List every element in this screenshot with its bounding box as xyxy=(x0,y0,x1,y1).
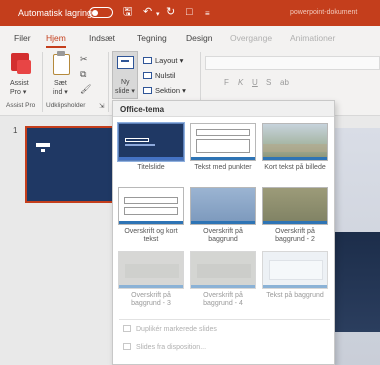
outline-icon xyxy=(123,343,131,350)
character-spacing-button[interactable]: ab xyxy=(280,78,289,87)
layout-overskrift-paa-baggrund-3[interactable]: Overskrift på baggrund - 3 xyxy=(117,251,185,308)
layout-preview xyxy=(190,251,256,289)
assist-pro-label2[interactable]: Pro ▾ xyxy=(10,89,26,97)
undo-icon[interactable]: ↶ xyxy=(143,5,152,19)
layout-preview xyxy=(190,187,256,225)
layout-overskrift-paa-baggrund-4[interactable]: Overskrift på baggrund - 4 xyxy=(189,251,257,308)
tab-hjem[interactable]: Hjem xyxy=(46,33,66,48)
present-icon[interactable]: □ xyxy=(186,5,193,19)
dialog-launcher-icon[interactable]: ⇲ xyxy=(99,102,104,110)
duplicate-slides-action[interactable]: Duplikér markerede slides xyxy=(123,325,217,333)
layout-caption: Overskrift på baggrund - 4 xyxy=(203,292,243,307)
save-icon[interactable]: 🖫 xyxy=(123,5,132,19)
layout-preview xyxy=(118,251,184,289)
tab-overgange[interactable]: Overgange xyxy=(230,33,272,43)
paste-label1[interactable]: Sæt xyxy=(54,80,67,88)
layout-preview xyxy=(118,187,184,225)
layout-icon xyxy=(143,57,152,64)
undo-dropdown-icon[interactable]: ▾ xyxy=(156,8,160,22)
strikethrough-button[interactable]: S xyxy=(266,78,271,87)
redo-icon[interactable]: ↻ xyxy=(166,5,175,19)
tab-tegning[interactable]: Tegning xyxy=(137,33,167,43)
ribbon-tabs: Filer Hjem Indsæt Tegning Design Overgan… xyxy=(0,26,380,48)
assist-pro-icon[interactable] xyxy=(11,53,31,74)
layout-preview xyxy=(262,123,328,161)
reset-icon xyxy=(143,72,152,79)
group-label-assist: Assist Pro xyxy=(6,102,36,109)
tab-indsaet[interactable]: Indsæt xyxy=(89,33,115,43)
layout-caption: Overskrift på baggrund xyxy=(203,228,243,243)
slide-number: 1 xyxy=(13,126,18,135)
layout-button[interactable]: Layout ▾ xyxy=(143,56,183,65)
layout-preview xyxy=(190,123,256,161)
autosave-toggle[interactable] xyxy=(89,7,113,18)
gallery-header: Office-tema xyxy=(113,101,334,117)
layout-caption: Titelslide xyxy=(137,164,165,171)
layout-tekst-paa-baggrund[interactable]: Tekst på baggrund xyxy=(261,251,329,300)
group-label-clipboard: Udklipsholder xyxy=(46,102,86,109)
font-name-field[interactable] xyxy=(205,56,380,70)
thumbnail-title-mark xyxy=(36,143,50,147)
underline-button[interactable]: U xyxy=(252,78,258,87)
tab-filer[interactable]: Filer xyxy=(14,33,31,43)
slide-thumbnail[interactable] xyxy=(25,126,117,203)
bold-button[interactable]: F xyxy=(224,78,229,87)
layout-overskrift-og-kort-tekst[interactable]: Overskrift og kort tekst xyxy=(117,187,185,244)
tab-animationer[interactable]: Animationer xyxy=(290,33,335,43)
new-slide-button[interactable]: Ny slide ▾ xyxy=(112,51,138,99)
section-button[interactable]: Sektion ▾ xyxy=(143,86,186,95)
divider xyxy=(108,52,109,112)
autosave-label: Automatisk lagring xyxy=(18,8,93,18)
gallery-theme-title: Office-tema xyxy=(120,105,165,114)
document-title: powerpoint-dokument xyxy=(290,9,358,16)
layout-overskrift-paa-baggrund[interactable]: Overskrift på baggrund xyxy=(189,187,257,244)
layout-caption: Overskrift og kort tekst xyxy=(124,228,178,243)
customize-icon[interactable]: ≡ xyxy=(205,7,210,21)
layout-caption: Overskrift på baggrund - 3 xyxy=(131,292,171,307)
new-slide-label2: slide ▾ xyxy=(115,88,135,95)
new-slide-layout-gallery: Office-tema Titelslide Tekst med punkter… xyxy=(112,100,335,365)
gallery-separator xyxy=(119,319,330,320)
section-icon xyxy=(143,87,152,94)
new-slide-label1: Ny xyxy=(121,79,130,86)
layout-preview xyxy=(262,251,328,289)
paste-icon[interactable] xyxy=(53,51,70,75)
slides-from-outline-action[interactable]: Slides fra disposition... xyxy=(123,343,206,351)
layout-caption: Tekst på baggrund xyxy=(266,292,324,299)
layout-preview xyxy=(117,122,185,162)
layout-tekst-med-punkter[interactable]: Tekst med punkter xyxy=(189,123,257,172)
layout-titelslide[interactable]: Titelslide xyxy=(117,122,185,172)
layout-preview xyxy=(262,187,328,225)
layout-kort-tekst-paa-billede[interactable]: Kort tekst på billede xyxy=(261,123,329,172)
duplicate-icon xyxy=(123,325,131,332)
paste-label2[interactable]: ind ▾ xyxy=(53,89,68,97)
layout-caption: Tekst med punkter xyxy=(194,164,252,171)
thumbnail-subtitle-mark xyxy=(41,149,45,152)
cut-icon[interactable]: ✂ xyxy=(80,54,88,65)
layout-caption: Kort tekst på billede xyxy=(264,164,326,171)
tab-design[interactable]: Design xyxy=(186,33,212,43)
new-slide-icon xyxy=(117,56,134,69)
assist-pro-label1[interactable]: Assist xyxy=(10,80,29,88)
format-painter-icon[interactable]: 🖌 xyxy=(80,84,91,95)
italic-button[interactable]: K xyxy=(238,78,243,87)
title-bar: Automatisk lagring 🖫 ↶ ▾ ↻ □ ≡ powerpoin… xyxy=(0,0,380,26)
divider xyxy=(42,52,43,112)
layout-overskrift-paa-baggrund-2[interactable]: Overskrift på baggrund - 2 xyxy=(261,187,329,244)
reset-button[interactable]: Nulstil xyxy=(143,71,175,80)
slide-canvas-image xyxy=(330,232,380,332)
copy-icon[interactable]: ⧉ xyxy=(80,69,86,80)
layout-caption: Overskrift på baggrund - 2 xyxy=(275,228,315,243)
